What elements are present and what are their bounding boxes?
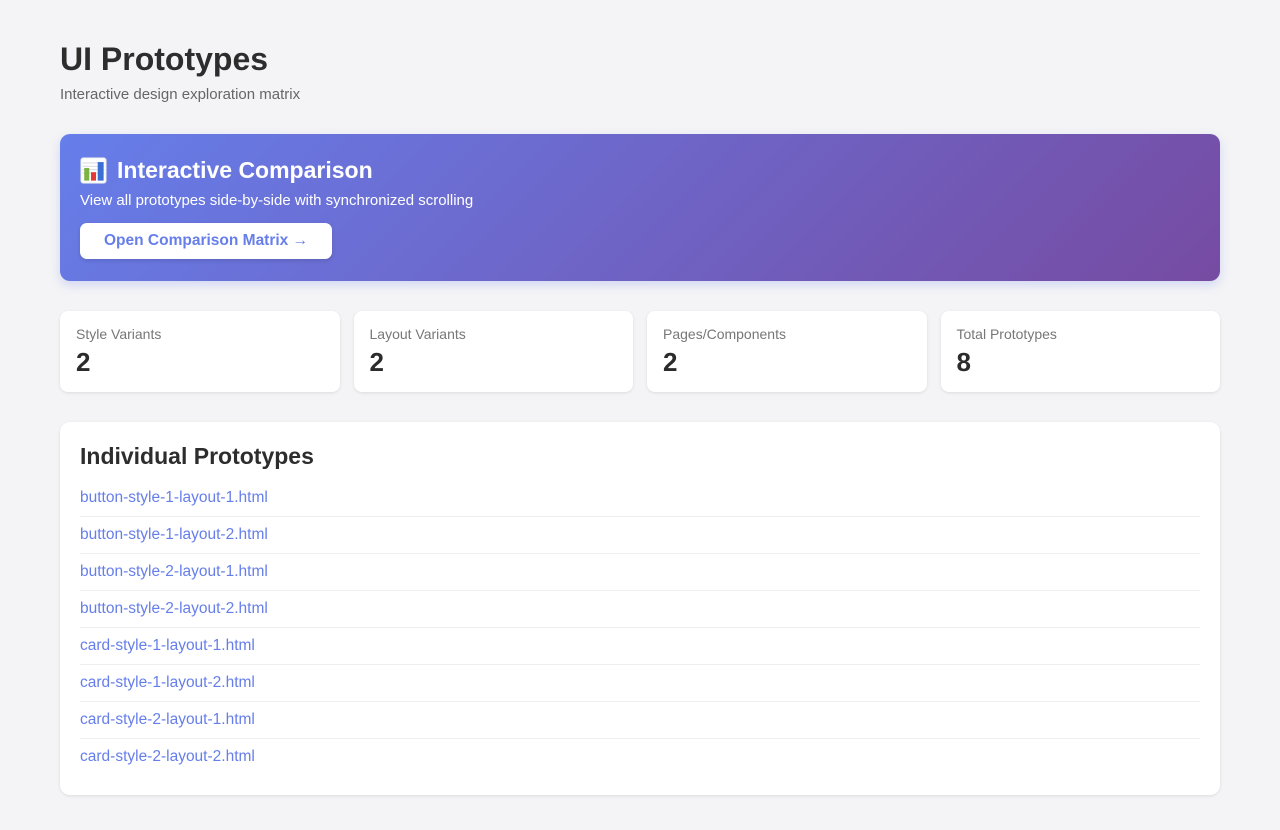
prototype-list-item: card-style-1-layout-2.html [80,665,1200,702]
prototype-list: button-style-1-layout-1.html button-styl… [80,480,1200,775]
stat-value: 2 [663,347,911,377]
prototype-link[interactable]: button-style-1-layout-2.html [80,517,1200,553]
prototype-link[interactable]: card-style-2-layout-2.html [80,739,1200,775]
stat-label: Layout Variants [370,326,618,342]
stat-card-layout-variants: Layout Variants 2 [354,311,634,392]
prototype-list-item: button-style-1-layout-2.html [80,517,1200,554]
page-container: UI Prototypes Interactive design explora… [0,0,1280,830]
banner-description: View all prototypes side-by-side with sy… [80,192,1200,210]
stat-label: Total Prototypes [957,326,1205,342]
stat-label: Style Variants [76,326,324,342]
open-comparison-button[interactable]: Open Comparison Matrix → [80,223,332,259]
prototype-list-item: card-style-2-layout-1.html [80,702,1200,739]
stat-value: 8 [957,347,1205,377]
stat-card-style-variants: Style Variants 2 [60,311,340,392]
prototype-list-item: button-style-2-layout-2.html [80,591,1200,628]
banner-title: Interactive Comparison [80,156,1200,184]
prototype-link[interactable]: button-style-1-layout-1.html [80,480,1200,516]
stat-card-total-prototypes: Total Prototypes 8 [941,311,1221,392]
list-heading: Individual Prototypes [80,442,1200,470]
stat-value: 2 [370,347,618,377]
prototype-link[interactable]: card-style-2-layout-1.html [80,702,1200,738]
prototype-link[interactable]: button-style-2-layout-2.html [80,591,1200,627]
stat-card-pages-components: Pages/Components 2 [647,311,927,392]
stat-label: Pages/Components [663,326,911,342]
page-title: UI Prototypes [60,40,1220,78]
prototype-list-item: card-style-1-layout-1.html [80,628,1200,665]
comparison-banner: Interactive Comparison View all prototyp… [60,134,1220,281]
stat-value: 2 [76,347,324,377]
prototype-link[interactable]: button-style-2-layout-1.html [80,554,1200,590]
individual-prototypes-card: Individual Prototypes button-style-1-lay… [60,422,1220,795]
page-subtitle: Interactive design exploration matrix [60,86,1220,103]
bar-chart-icon [80,157,107,184]
banner-title-text: Interactive Comparison [117,156,373,184]
prototype-list-item: card-style-2-layout-2.html [80,739,1200,775]
prototype-link[interactable]: card-style-1-layout-2.html [80,665,1200,701]
prototype-link[interactable]: card-style-1-layout-1.html [80,628,1200,664]
prototype-list-item: button-style-2-layout-1.html [80,554,1200,591]
prototype-list-item: button-style-1-layout-1.html [80,480,1200,517]
stats-row: Style Variants 2 Layout Variants 2 Pages… [60,311,1220,392]
